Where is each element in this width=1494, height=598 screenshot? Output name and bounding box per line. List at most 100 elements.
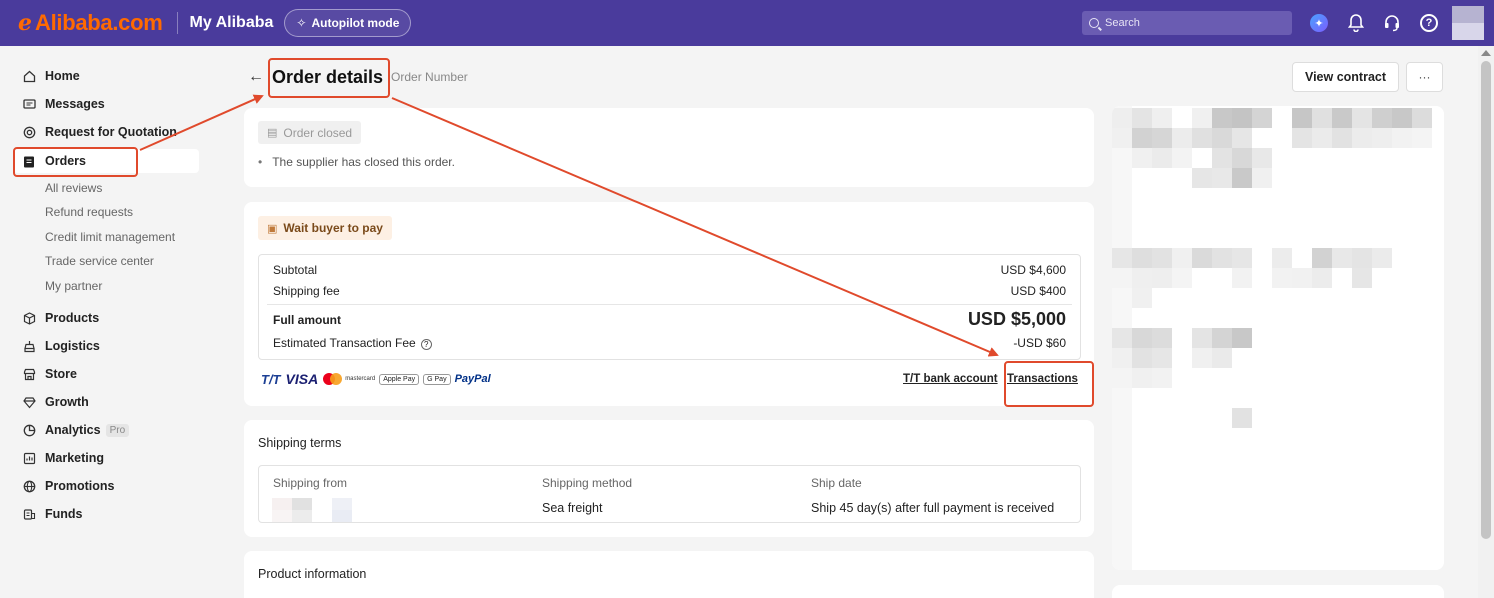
redacted-pixel xyxy=(1372,108,1392,128)
redacted-pixel xyxy=(1332,128,1352,148)
redacted-pixel xyxy=(1152,268,1172,288)
redacted-pixel xyxy=(1232,328,1252,348)
sidebar-item-label: Funds xyxy=(45,507,83,521)
search-placeholder: Search xyxy=(1105,17,1140,29)
redacted-pixel xyxy=(1372,128,1392,148)
help-button[interactable]: ? xyxy=(1418,12,1440,34)
redacted-pixel xyxy=(1112,268,1132,288)
shipping-terms-heading: Shipping terms xyxy=(258,436,342,450)
scroll-up-icon[interactable] xyxy=(1481,50,1491,56)
tt-bank-account-link[interactable]: T/T bank account xyxy=(903,373,998,385)
sidebar-item-marketing[interactable]: Marketing xyxy=(22,446,104,470)
view-contract-button[interactable]: View contract xyxy=(1292,62,1399,92)
sidebar-item-funds[interactable]: Funds xyxy=(22,502,83,526)
sidebar-item-home[interactable]: Home xyxy=(22,64,80,88)
sidebar-item-label: Home xyxy=(45,69,80,83)
sidebar-subitem-all-reviews[interactable]: All reviews xyxy=(45,181,102,195)
sidebar-item-products[interactable]: Products xyxy=(22,306,99,330)
alibaba-logo[interactable]: ℯ Alibaba.com xyxy=(18,10,163,36)
redacted-pixel xyxy=(1192,168,1212,188)
avatar[interactable] xyxy=(1452,6,1484,40)
transaction-fee-label: Estimated Transaction Fee xyxy=(273,336,416,350)
coins-icon: ▣ xyxy=(267,222,278,235)
shipping-fee-row: Shipping fee USD $400 xyxy=(273,284,1066,298)
message-icon xyxy=(22,97,36,111)
annotation-box-orders xyxy=(13,147,138,177)
ai-assistant-button[interactable]: ✦ xyxy=(1308,12,1330,34)
sidebar-item-growth[interactable]: Growth xyxy=(22,390,89,414)
target-icon xyxy=(22,125,36,139)
redacted-pixel xyxy=(1112,368,1132,388)
subtotal-label: Subtotal xyxy=(273,263,318,277)
more-options-button[interactable]: ··· xyxy=(1406,62,1443,92)
order-number-label: Order Number xyxy=(391,70,468,84)
shipping-method-header: Shipping method xyxy=(542,476,633,490)
cube-icon xyxy=(22,311,36,325)
order-status-text: Order closed xyxy=(283,125,353,140)
info-icon[interactable]: ? xyxy=(420,339,432,350)
redacted-pixel xyxy=(1232,168,1252,188)
order-status-card: ▤ Order closed The supplier has closed t… xyxy=(244,108,1094,187)
sidebar-item-messages[interactable]: Messages xyxy=(22,92,105,116)
notifications-button[interactable] xyxy=(1345,12,1367,34)
redacted-pixel xyxy=(1112,328,1132,348)
order-status-note: The supplier has closed this order. xyxy=(258,155,455,169)
search-icon xyxy=(1089,18,1099,28)
redacted-pixel xyxy=(1312,128,1332,148)
sidebar-item-store[interactable]: Store xyxy=(22,362,77,386)
redacted-pixel xyxy=(1412,108,1432,128)
sidebar-item-label: Growth xyxy=(45,395,89,409)
google-pay-logo: G Pay xyxy=(423,373,451,385)
home-icon xyxy=(22,69,36,83)
sidebar-item-logistics[interactable]: Logistics xyxy=(22,334,100,358)
transaction-fee-value: -USD $60 xyxy=(1013,336,1066,350)
autopilot-mode-button[interactable]: ✧ Autopilot mode xyxy=(284,9,412,37)
full-amount-label: Full amount xyxy=(273,312,341,327)
back-arrow-icon[interactable]: ← xyxy=(248,68,264,86)
coins-icon xyxy=(22,507,36,521)
redacted-pixel xyxy=(1152,128,1172,148)
sidebar-item-analytics[interactable]: Analytics Pro xyxy=(22,418,130,442)
diamond-icon xyxy=(22,395,36,409)
redacted-pixel xyxy=(1252,108,1272,128)
scrollbar-thumb[interactable] xyxy=(1481,61,1491,539)
payment-card: ▣ Wait buyer to pay Subtotal USD $4,600 … xyxy=(244,202,1094,406)
sidebar-subitem-refund-requests[interactable]: Refund requests xyxy=(45,205,133,219)
redacted-pixel xyxy=(1112,248,1132,268)
sidebar: Home Messages Request for Quotation Orde… xyxy=(0,46,208,598)
my-alibaba-link[interactable]: My Alibaba xyxy=(190,14,274,32)
support-button[interactable] xyxy=(1381,12,1403,34)
redacted-pixel xyxy=(1352,248,1372,268)
marketing-icon xyxy=(22,451,36,465)
order-side-panel-redacted xyxy=(1112,106,1444,570)
redacted-pixel xyxy=(1212,128,1232,148)
sidebar-item-label: Store xyxy=(45,367,77,381)
full-amount-row: Full amount USD $5,000 xyxy=(273,309,1066,330)
shipping-from-header: Shipping from xyxy=(273,476,348,490)
sidebar-subitem-credit-limit[interactable]: Credit limit management xyxy=(45,230,175,244)
redacted-pixel xyxy=(1232,108,1252,128)
redacted-pixel xyxy=(1132,328,1152,348)
mastercard-text: mastercard xyxy=(345,376,376,382)
sidebar-subitem-my-partner[interactable]: My partner xyxy=(45,279,102,293)
sidebar-item-promotions[interactable]: Promotions xyxy=(22,474,114,498)
summary-divider xyxy=(267,304,1072,305)
ship-date-value: Ship 45 day(s) after full payment is rec… xyxy=(811,501,1055,515)
truck-icon xyxy=(22,339,36,353)
sidebar-item-rfq[interactable]: Request for Quotation xyxy=(22,120,177,144)
sidebar-subitem-trade-service[interactable]: Trade service center xyxy=(45,254,154,268)
redacted-pixel xyxy=(1412,128,1432,148)
redacted-pixel xyxy=(1352,128,1372,148)
redacted-pixel xyxy=(1292,268,1312,288)
redacted-pixel xyxy=(1112,108,1132,128)
redacted-pixel xyxy=(1132,348,1152,368)
redacted-pixel xyxy=(1132,288,1152,308)
search-input[interactable]: Search xyxy=(1082,11,1292,35)
question-icon: ? xyxy=(1420,14,1438,32)
sparkle-icon: ✧ xyxy=(296,16,307,30)
redacted-pixel xyxy=(1152,148,1172,168)
redacted-pixel xyxy=(1172,268,1192,288)
apple-pay-logo: Apple Pay xyxy=(379,373,420,385)
document-icon: ▤ xyxy=(267,127,278,139)
redacted-pixel xyxy=(1252,148,1272,168)
